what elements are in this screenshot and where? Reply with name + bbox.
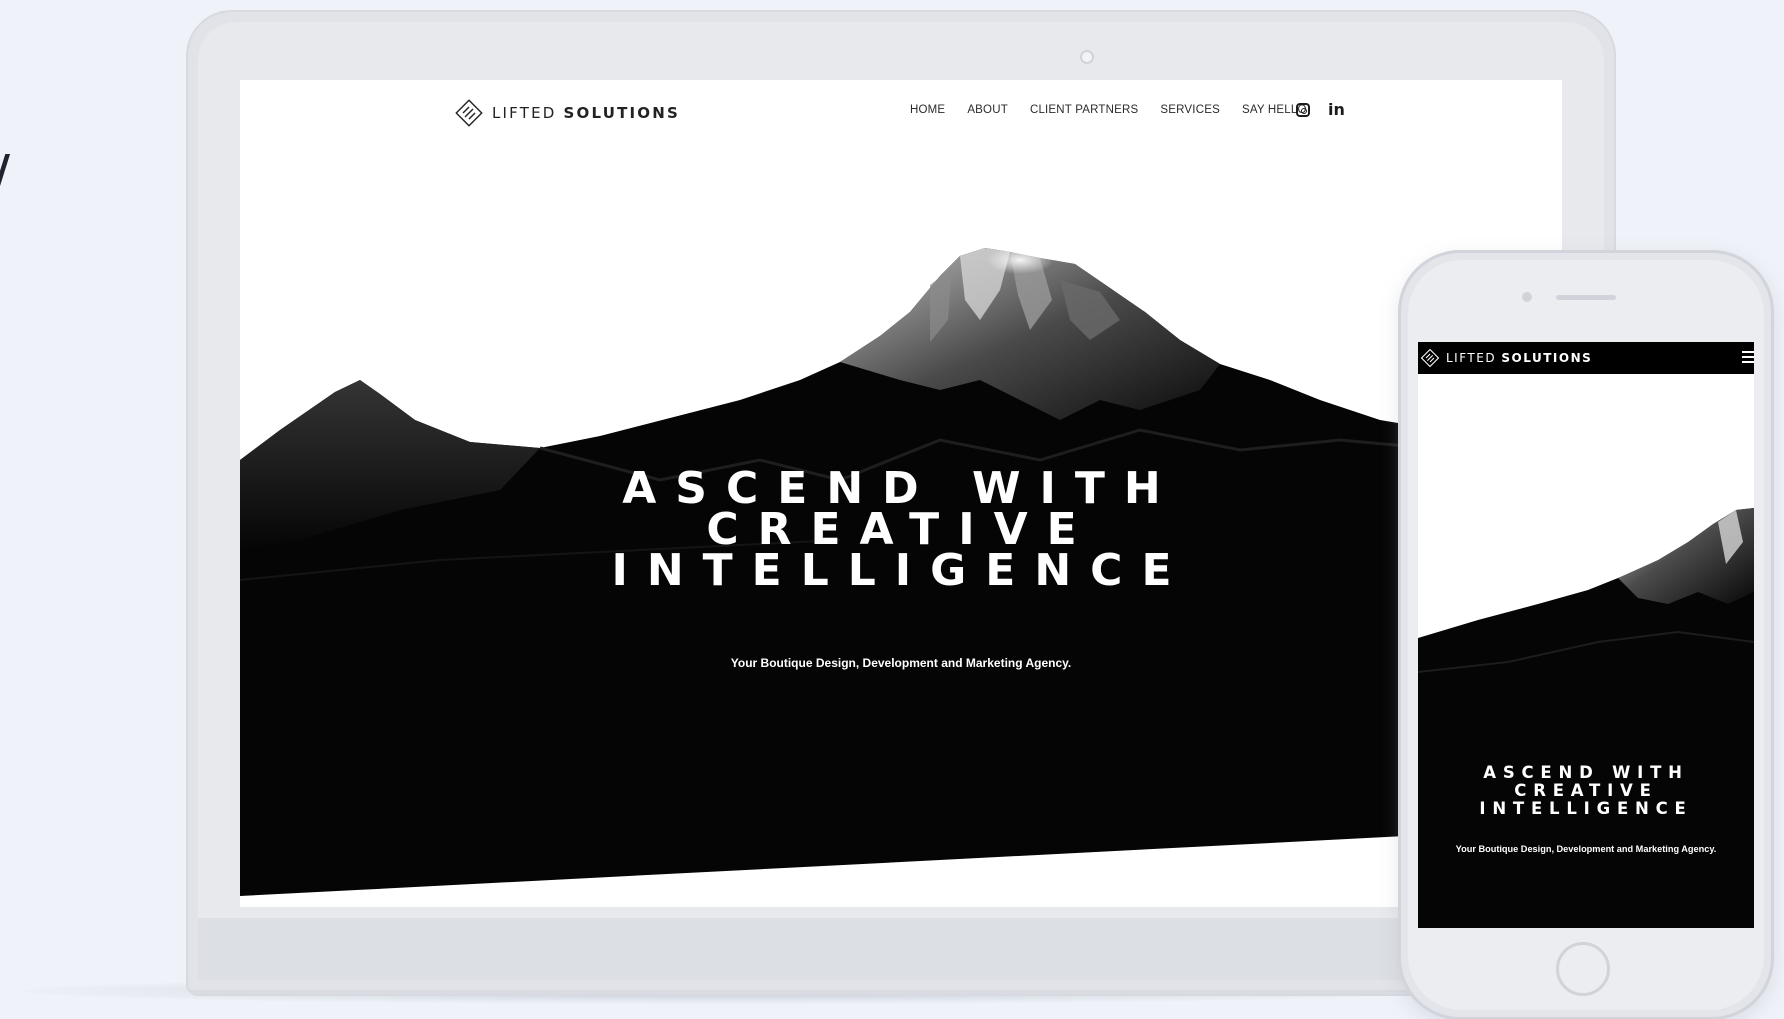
mobile-screen: LIFTED SOLUTIONS ASCEND WITH CREATIVE IN… <box>1418 342 1754 928</box>
mobile-hero-title-line-2: CREATIVE <box>1514 781 1658 800</box>
laptop-chin <box>198 918 1604 980</box>
site-logo[interactable]: LIFTED SOLUTIONS <box>454 96 680 130</box>
mobile-hero-title-line-3: INTELLIGENCE <box>1479 799 1693 818</box>
nav-item-services[interactable]: SERVICES <box>1160 104 1220 116</box>
nav-item-home[interactable]: HOME <box>910 104 945 116</box>
linkedin-icon[interactable]: in <box>1328 102 1345 118</box>
site-header: LIFTED SOLUTIONS HOME ABOUT CLIENT PARTN… <box>240 80 1562 148</box>
laptop-camera <box>1080 50 1094 64</box>
instagram-icon[interactable] <box>1296 103 1310 117</box>
hero-title-line-3: INTELLIGENCE <box>611 545 1191 596</box>
mobile-logo-diamond-icon <box>1420 348 1440 368</box>
phone-frame: LIFTED SOLUTIONS ASCEND WITH CREATIVE IN… <box>1398 250 1774 1019</box>
mockup-stage: / <box>0 0 1784 1019</box>
hero-title: ASCEND WITH CREATIVE INTELLIGENCE <box>240 467 1562 593</box>
mobile-hero-title: ASCEND WITH CREATIVE INTELLIGENCE <box>1418 764 1754 818</box>
nav-item-about[interactable]: ABOUT <box>967 104 1008 116</box>
mobile-logo-word-lifted: LIFTED <box>1446 351 1497 365</box>
main-nav: HOME ABOUT CLIENT PARTNERS SERVICES SAY … <box>910 104 1307 116</box>
mobile-hero-subtitle: Your Boutique Design, Development and Ma… <box>1455 844 1717 854</box>
mobile-hero-mountain-image <box>1418 508 1754 928</box>
phone-home-button[interactable] <box>1556 942 1610 996</box>
logo-word-solutions: SOLUTIONS <box>563 104 680 122</box>
edge-fragment-glyph: / <box>0 150 18 210</box>
mobile-hero-title-line-1: ASCEND WITH <box>1483 763 1689 782</box>
desktop-screen: LIFTED SOLUTIONS HOME ABOUT CLIENT PARTN… <box>240 80 1562 907</box>
logo-word-lifted: LIFTED <box>492 104 557 122</box>
logo-diamond-icon <box>455 99 483 127</box>
phone-camera <box>1522 292 1532 302</box>
mobile-site-logo[interactable]: LIFTED SOLUTIONS <box>1420 348 1592 368</box>
mobile-logo-word-solutions: SOLUTIONS <box>1501 351 1593 365</box>
hero-subtitle: Your Boutique Design, Development and Ma… <box>730 656 1072 670</box>
mobile-logo-wordmark: LIFTED SOLUTIONS <box>1446 351 1592 365</box>
nav-item-client-partners[interactable]: CLIENT PARTNERS <box>1030 104 1138 116</box>
phone-speaker <box>1556 295 1616 300</box>
social-links: in <box>1296 102 1345 118</box>
logo-wordmark: LIFTED SOLUTIONS <box>492 104 680 122</box>
mobile-header: LIFTED SOLUTIONS <box>1418 342 1754 374</box>
hamburger-icon[interactable] <box>1742 351 1754 363</box>
